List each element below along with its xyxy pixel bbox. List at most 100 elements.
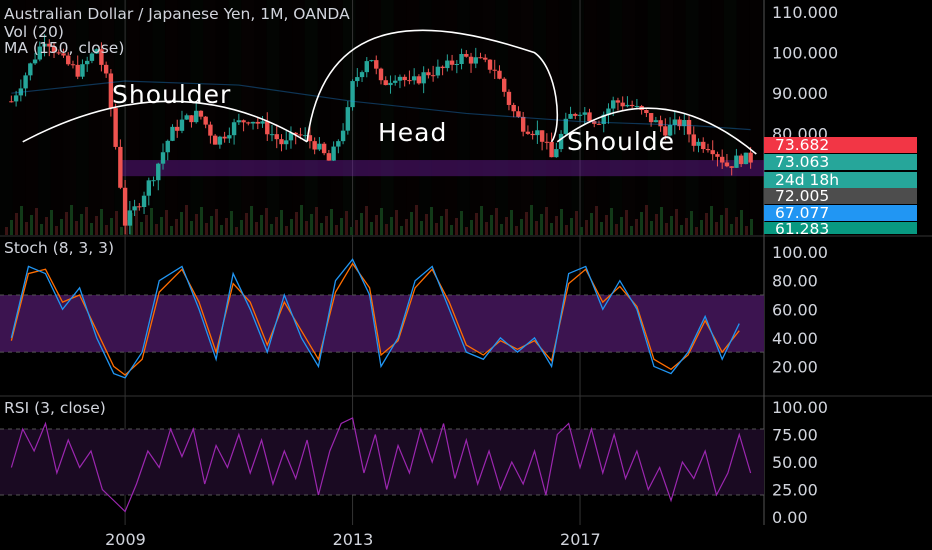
volume-bar <box>150 208 153 235</box>
candle <box>175 126 180 131</box>
candle <box>189 115 194 123</box>
candle <box>587 112 592 122</box>
candle <box>511 104 516 112</box>
candle <box>374 60 379 69</box>
volume-bar <box>655 214 658 235</box>
price-label-volume: 61.283 <box>764 221 917 237</box>
volume-bar <box>575 211 578 235</box>
candle <box>227 135 232 139</box>
candle <box>487 59 493 70</box>
volume-bar <box>325 216 328 235</box>
volume-bar <box>155 224 158 235</box>
candle <box>241 120 246 123</box>
volume-bar <box>585 220 588 235</box>
candle <box>359 72 365 78</box>
volume-bar <box>420 221 423 235</box>
volume-bar <box>490 215 493 235</box>
candle <box>212 135 218 145</box>
candle <box>236 120 242 123</box>
volume-bar <box>55 226 58 235</box>
volume-bar <box>315 207 318 235</box>
bg-stripe <box>533 0 547 235</box>
candle <box>156 163 161 181</box>
candle <box>165 140 170 153</box>
volume-bar <box>90 223 93 235</box>
candle <box>535 130 540 136</box>
volume-bar <box>205 223 208 235</box>
volume-bar <box>705 213 708 235</box>
stoch-title: Stoch (8, 3, 3) <box>4 239 115 257</box>
candle <box>274 134 279 140</box>
candle <box>468 56 474 64</box>
candle <box>558 133 564 150</box>
volume-bar <box>670 216 673 235</box>
left-shoulder-label: Shoulder <box>112 80 232 109</box>
volume-bar <box>505 217 508 235</box>
volume-bar <box>15 213 18 235</box>
candle <box>426 72 431 76</box>
volume-bar <box>715 222 718 235</box>
candle <box>520 116 526 132</box>
volume-bar <box>290 219 293 235</box>
candle <box>321 143 327 154</box>
volume-bar <box>170 226 173 235</box>
bg-stripe <box>355 0 369 235</box>
rsi-title: RSI (3, close) <box>4 399 106 417</box>
candle <box>407 80 412 82</box>
volume-bar <box>415 205 418 235</box>
bg-stripe <box>127 0 140 235</box>
x-tick-label: 2009 <box>105 530 146 549</box>
candle <box>530 133 535 136</box>
stoch-tick-label: 60.00 <box>772 300 818 319</box>
candle <box>378 68 384 81</box>
candle <box>170 126 175 141</box>
volume-bar <box>640 212 643 235</box>
candle <box>23 75 28 89</box>
bg-stripe <box>279 0 293 235</box>
candle <box>729 166 734 168</box>
volume-bar <box>190 221 193 235</box>
volume-bar <box>330 209 333 235</box>
bg-stripe <box>609 0 623 235</box>
volume-bar <box>625 210 628 235</box>
candle <box>549 141 554 158</box>
candle <box>516 111 521 117</box>
volume-bar <box>480 206 483 235</box>
candle <box>75 64 80 77</box>
volume-bar <box>525 212 528 235</box>
candle <box>113 108 118 147</box>
price-label-open: 73.063 <box>764 154 917 170</box>
candle <box>440 66 445 69</box>
volume-bar <box>105 225 108 235</box>
bg-stripe <box>723 0 737 235</box>
volume-bar <box>175 219 178 235</box>
candle <box>388 82 393 86</box>
volume-bar <box>695 227 698 235</box>
volume-bar <box>140 222 143 235</box>
candle <box>141 195 147 208</box>
rsi-tick-label: 75.00 <box>772 426 818 445</box>
candle <box>653 120 659 123</box>
price-tick-label: 110.000 <box>772 3 838 22</box>
candle <box>629 104 635 107</box>
candle <box>137 206 142 208</box>
bg-stripe <box>317 0 331 235</box>
candle <box>539 130 545 142</box>
bg-stripe <box>711 0 724 235</box>
volume-bar <box>160 217 163 235</box>
rsi-tick-label: 100.00 <box>772 398 828 417</box>
volume-bar <box>600 222 603 235</box>
volume-bar <box>665 223 668 235</box>
rsi-band <box>0 429 764 495</box>
volume-bar <box>5 227 8 235</box>
volume-bar <box>335 225 338 235</box>
candle <box>336 141 341 147</box>
volume-bar <box>560 209 563 235</box>
candle <box>28 63 33 76</box>
volume-bar <box>465 227 468 235</box>
candle <box>265 121 270 135</box>
candle <box>658 120 663 127</box>
volume-bar <box>435 223 438 235</box>
candle <box>393 80 398 83</box>
candle <box>582 112 587 115</box>
